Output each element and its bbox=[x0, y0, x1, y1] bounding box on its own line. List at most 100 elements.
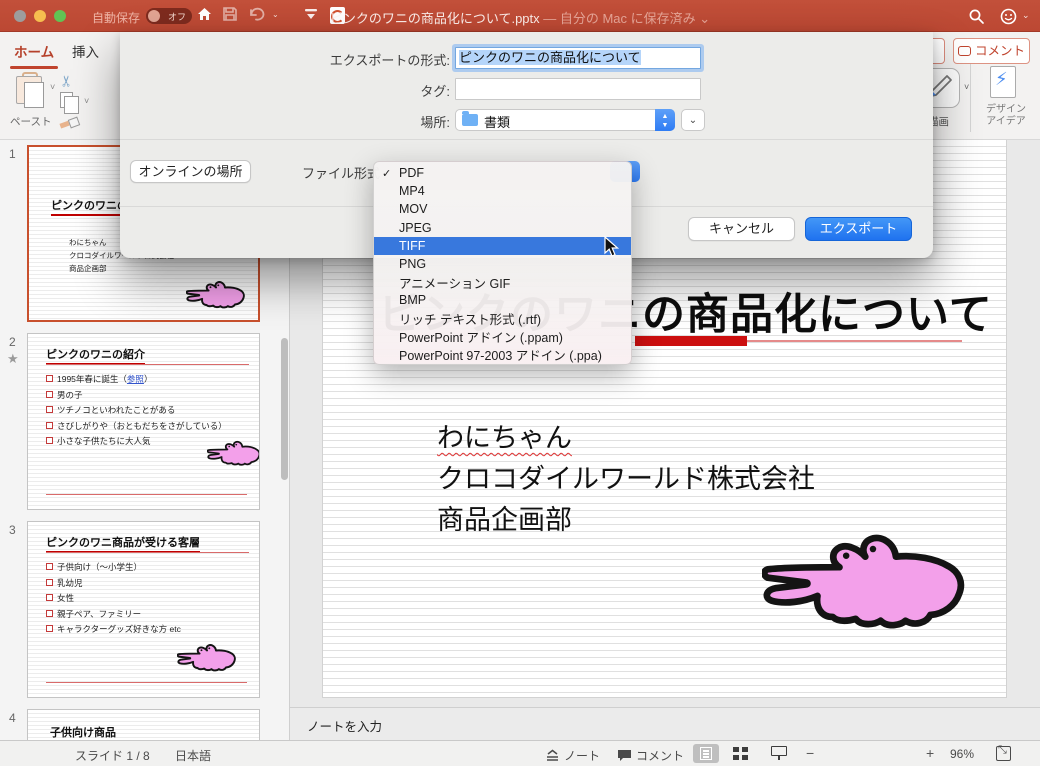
copy-icon[interactable] bbox=[60, 92, 73, 108]
bullet-square-icon bbox=[46, 437, 53, 444]
file-format-label: ファイル形式 bbox=[120, 163, 380, 182]
menu-item-mp4[interactable]: MP4 bbox=[374, 182, 631, 200]
where-expand-button[interactable]: ⌄ bbox=[681, 109, 705, 131]
menu-item-tiff[interactable]: TIFF bbox=[374, 237, 631, 255]
thumb-number: 1 bbox=[9, 147, 16, 161]
export-name-input[interactable]: ピンクのワニの商品化について bbox=[455, 47, 701, 69]
comment-bubble-icon bbox=[958, 46, 971, 56]
menu-item--rtf-[interactable]: リッチ テキスト形式 (.rtf) bbox=[374, 310, 631, 328]
export-button[interactable]: エクスポート bbox=[805, 217, 912, 241]
titlebar: 自動保存 オフ ⌄ ピンクのワニの商品化について.pptx — 自分の Mac … bbox=[0, 0, 1040, 32]
menu-item-powerpoint-ppam-[interactable]: PowerPoint アドイン (.ppam) bbox=[374, 328, 631, 346]
thumb-title: ピンクのワニの紹介 bbox=[46, 346, 145, 365]
tags-input[interactable] bbox=[455, 78, 701, 100]
notes-pane[interactable]: ノートを入力 bbox=[290, 707, 1040, 740]
thumb-body-line: 商品企画部 bbox=[69, 263, 107, 274]
thumb-bullet: 男の子 bbox=[46, 389, 83, 401]
menu-item-label: PowerPoint アドイン (.ppam) bbox=[399, 327, 563, 346]
design-ideas-page-icon: ⚡ bbox=[990, 66, 1016, 98]
thumb-bullet: キャラクターグッズ好きな方 etc bbox=[46, 623, 181, 635]
menu-item-jpeg[interactable]: JPEG bbox=[374, 219, 631, 237]
thumbnail-scrollbar[interactable] bbox=[281, 338, 288, 480]
paste-chevron-icon[interactable]: ˅ bbox=[50, 82, 55, 92]
smiley-chevron-icon[interactable]: ⌄ bbox=[1022, 10, 1030, 21]
menu-item--gif[interactable]: アニメーション GIF bbox=[374, 273, 631, 291]
menu-item-png[interactable]: PNG bbox=[374, 255, 631, 273]
menu-item-label: PowerPoint 97-2003 アドイン (.ppa) bbox=[399, 345, 602, 364]
dialog-divider bbox=[120, 139, 933, 140]
where-stepper-icon[interactable]: ▲▼ bbox=[655, 109, 675, 131]
bullet-square-icon bbox=[46, 594, 53, 601]
tags-label: タグ: bbox=[120, 81, 450, 100]
menu-item-bmp[interactable]: BMP bbox=[374, 291, 631, 309]
toggle-comments-button[interactable]: コメント bbox=[617, 747, 684, 765]
cancel-button[interactable]: キャンセル bbox=[688, 217, 795, 241]
where-label: 場所: bbox=[120, 112, 450, 131]
pink-crocodile-thumb bbox=[207, 438, 260, 469]
thumb-footer-line bbox=[46, 682, 247, 683]
bullet-square-icon bbox=[46, 391, 53, 398]
draw-chevron-icon[interactable]: ˅ bbox=[964, 82, 969, 92]
pink-crocodile-thumb bbox=[186, 278, 250, 312]
feedback-smiley-icon[interactable] bbox=[1000, 8, 1017, 25]
folder-icon bbox=[462, 114, 478, 126]
paste-label: ペースト bbox=[10, 114, 51, 129]
bullet-square-icon bbox=[46, 406, 53, 413]
language-indicator[interactable]: 日本語 bbox=[175, 747, 211, 764]
slide-thumbnail-2[interactable]: ピンクのワニの紹介1995年春に誕生（参照）男の子ツチノコといわれたことがあるさ… bbox=[27, 333, 260, 510]
slide-counter: スライド 1 / 8 bbox=[75, 747, 150, 764]
menu-item-label: PDF bbox=[399, 166, 424, 180]
menu-item-label: MP4 bbox=[399, 184, 425, 198]
thumb-number: 4 bbox=[9, 711, 16, 725]
thumb-footer-line bbox=[46, 494, 247, 495]
slide-thumbnail-3[interactable]: ピンクのワニ商品が受ける客層子供向け（～小学生）乳幼児女性親子ペア、ファミリーキ… bbox=[27, 521, 260, 698]
powerpoint-window: 自動保存 オフ ⌄ ピンクのワニの商品化について.pptx — 自分の Mac … bbox=[0, 0, 1040, 766]
thumb-bullet: 親子ペア、ファミリー bbox=[46, 608, 141, 620]
export-as-label: エクスポートの形式: bbox=[120, 50, 450, 69]
comments-button[interactable]: コメント bbox=[953, 38, 1030, 64]
bullet-square-icon bbox=[46, 422, 53, 429]
normal-view-button[interactable] bbox=[693, 744, 719, 763]
slideshow-view-button[interactable] bbox=[771, 746, 788, 761]
design-ideas-label: デザインアイデア bbox=[978, 104, 1034, 128]
where-popup[interactable]: 書類 ▲▼ bbox=[455, 109, 675, 131]
zoom-in-button[interactable]: + bbox=[926, 745, 934, 761]
bullet-square-icon bbox=[46, 375, 53, 382]
ribbon-divider bbox=[970, 64, 971, 132]
mouse-cursor bbox=[604, 236, 621, 263]
pink-crocodile-image[interactable] bbox=[762, 525, 982, 640]
copy-chevron-icon[interactable]: ˅ bbox=[84, 96, 89, 106]
document-title: ピンクのワニの商品化について.pptx — 自分の Mac に保存済み ⌄ bbox=[0, 8, 1040, 27]
thumb-number: 3 bbox=[9, 523, 16, 537]
where-value: 書類 bbox=[484, 112, 510, 131]
transition-star-icon: ★ bbox=[7, 351, 19, 367]
slide-sorter-view-button[interactable] bbox=[733, 747, 749, 761]
format-painter-icon[interactable] bbox=[60, 116, 78, 130]
design-ideas-button[interactable]: ⚡ デザインアイデア bbox=[974, 62, 1036, 136]
toggle-notes-button[interactable]: ノート bbox=[545, 747, 600, 765]
checkmark-icon: ✓ bbox=[382, 167, 399, 180]
menu-item-powerpoint-97-2003-ppa-[interactable]: PowerPoint 97-2003 アドイン (.ppa) bbox=[374, 346, 631, 364]
tab-home[interactable]: ホーム bbox=[10, 38, 58, 64]
tab-insert[interactable]: 挿入 bbox=[68, 38, 103, 64]
zoom-percentage[interactable]: 96% bbox=[950, 747, 974, 761]
thumb-number: 2 bbox=[9, 335, 16, 349]
menu-item-label: PNG bbox=[399, 257, 426, 271]
notes-icon bbox=[545, 749, 560, 765]
thumb-bullet: 女性 bbox=[46, 592, 74, 604]
zoom-out-button[interactable]: − bbox=[806, 745, 814, 761]
hyperlink[interactable]: 参照 bbox=[127, 374, 144, 384]
notes-placeholder[interactable]: ノートを入力 bbox=[307, 716, 382, 735]
paste-icon[interactable] bbox=[16, 72, 46, 106]
slide-body-text[interactable]: わにちゃんクロコダイルワールド株式会社商品企画部 bbox=[437, 418, 815, 541]
slide-body-line: わにちゃん bbox=[437, 418, 815, 459]
slide-thumbnail-4[interactable]: 子供向け商品 bbox=[27, 709, 260, 740]
cut-scissors-icon[interactable]: ✂ bbox=[57, 75, 75, 88]
thumb-bullet: ツチノコといわれたことがある bbox=[46, 404, 175, 416]
menu-item-pdf[interactable]: ✓PDF bbox=[374, 164, 631, 182]
menu-item-label: アニメーション GIF bbox=[399, 273, 510, 292]
menu-item-mov[interactable]: MOV bbox=[374, 200, 631, 218]
menu-item-label: TIFF bbox=[399, 239, 425, 253]
search-icon[interactable] bbox=[968, 8, 985, 25]
fit-slide-to-window-icon[interactable] bbox=[996, 746, 1011, 761]
